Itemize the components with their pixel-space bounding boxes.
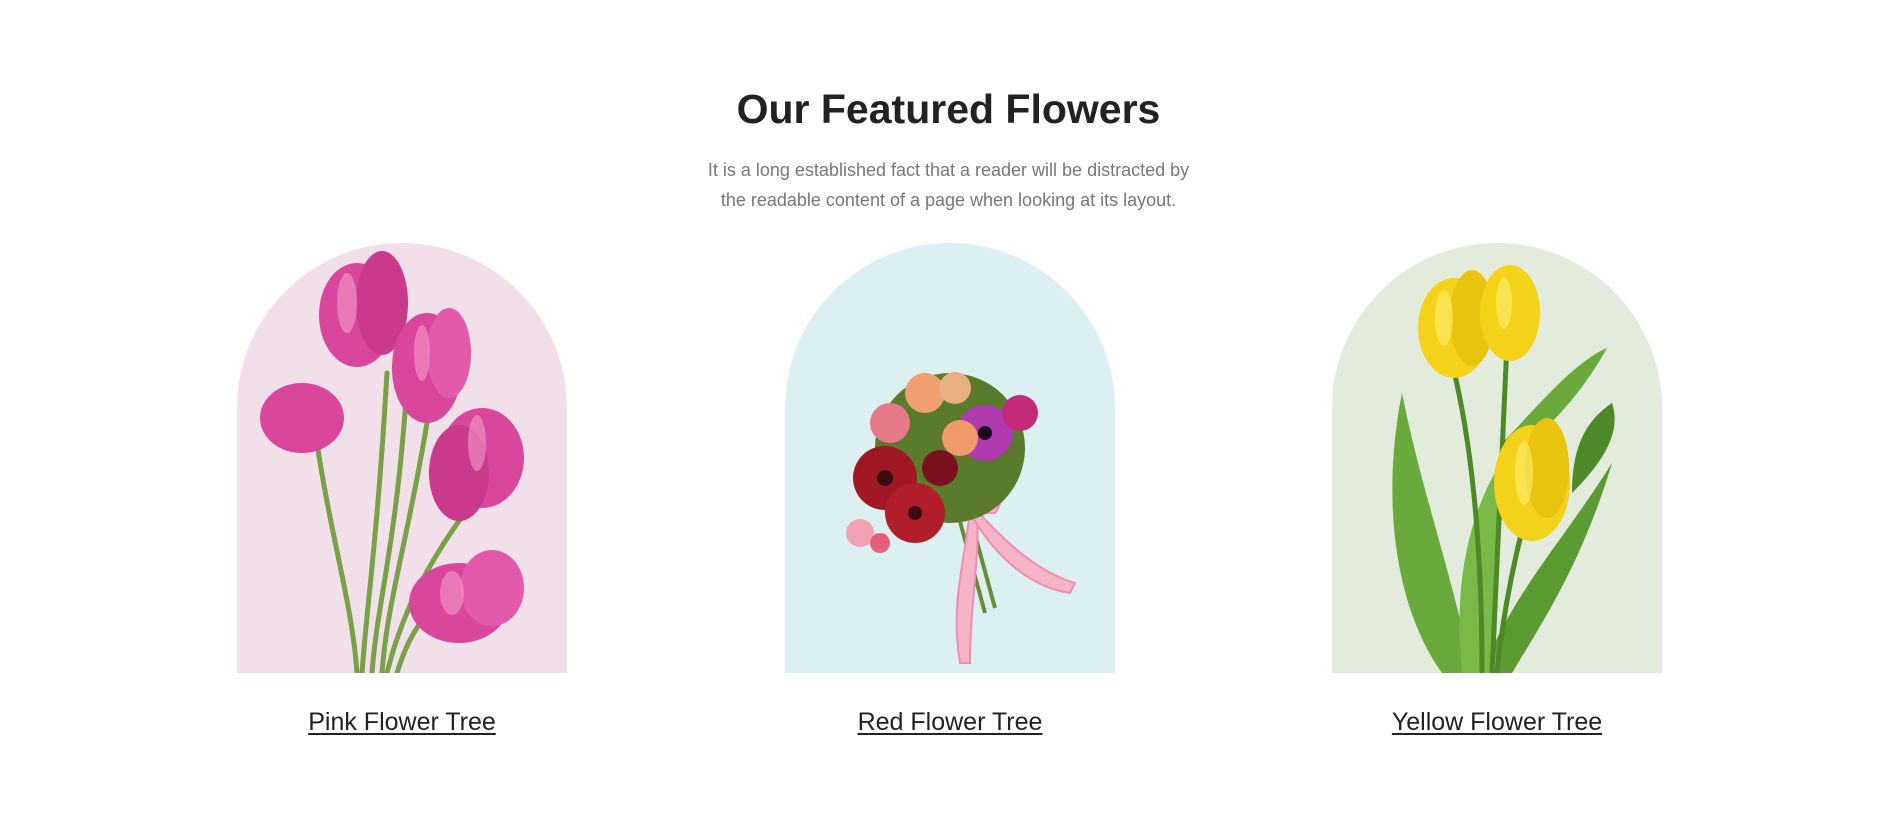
flower-card-red[interactable]: Red Flower Tree — [785, 243, 1115, 737]
card-title-link[interactable]: Red Flower Tree — [785, 707, 1115, 737]
card-title-link[interactable]: Pink Flower Tree — [237, 707, 567, 737]
red-bouquet-image[interactable] — [785, 243, 1115, 673]
pink-tulips-image[interactable] — [237, 243, 567, 673]
flower-card-yellow[interactable]: Yellow Flower Tree — [1332, 243, 1662, 737]
flower-card-pink[interactable]: Pink Flower Tree — [237, 243, 567, 737]
yellow-tulips-image[interactable] — [1332, 243, 1662, 673]
section-subtitle: It is a long established fact that a rea… — [707, 160, 1190, 210]
section-title: Our Featured Flowers — [736, 86, 1161, 132]
card-title-link[interactable]: Yellow Flower Tree — [1332, 707, 1662, 737]
featured-flowers-section: Our Featured Flowers It is a long establ… — [0, 0, 1897, 813]
